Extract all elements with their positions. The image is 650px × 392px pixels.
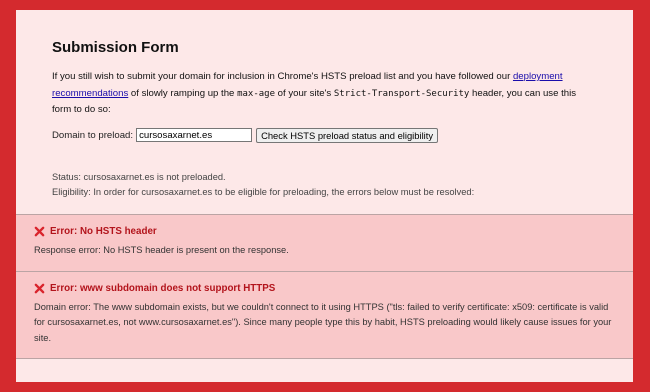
domain-form: Domain to preload: Check HSTS preload st… [52, 127, 597, 143]
eligibility-text: Eligibility: In order for cursosaxarnet.… [52, 186, 475, 197]
status-text: Status: cursosaxarnet.es is not preloade… [52, 171, 226, 182]
page-title: Submission Form [52, 39, 179, 56]
status-section: Status: cursosaxarnet.es is not preloade… [52, 170, 597, 200]
error-message: Domain error: The www subdomain exists, … [34, 301, 612, 343]
error-item: Error: www subdomain does not support HT… [16, 270, 633, 359]
error-title: Error: www subdomain does not support HT… [50, 282, 276, 294]
error-title-row: Error: www subdomain does not support HT… [34, 283, 615, 294]
domain-input[interactable] [136, 128, 253, 142]
domain-label: Domain to preload: [52, 129, 134, 141]
error-title-row: Error: No HSTS header [34, 226, 615, 237]
errors-list: Error: No HSTS header Response error: No… [16, 214, 633, 359]
sts-header-code: Strict-Transport-Security [333, 88, 470, 99]
submission-panel: Submission Form If you still wish to sub… [16, 10, 633, 382]
error-item: Error: No HSTS header Response error: No… [16, 214, 633, 271]
intro-text-3: of your site's [275, 87, 334, 99]
error-message: Response error: No HSTS header is presen… [34, 245, 289, 255]
intro-paragraph: If you still wish to submit your domain … [52, 69, 597, 119]
check-status-button[interactable]: Check HSTS preload status and eligibilit… [256, 127, 439, 143]
x-icon [34, 283, 45, 293]
x-icon [34, 226, 45, 237]
intro-text-2: of slowly ramping up the [128, 87, 238, 99]
intro-text-1: If you still wish to submit your domain … [52, 71, 513, 82]
error-title: Error: No HSTS header [50, 226, 157, 237]
max-age-code: max-age [237, 88, 275, 99]
